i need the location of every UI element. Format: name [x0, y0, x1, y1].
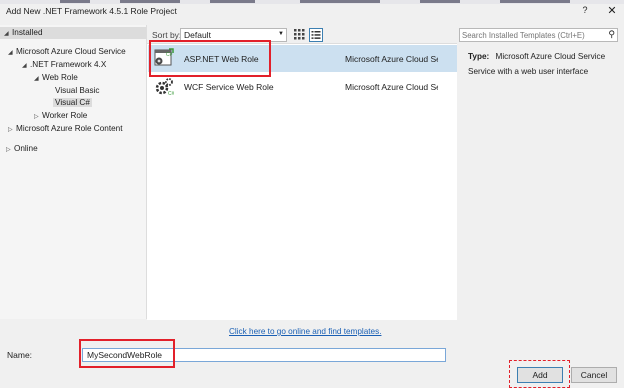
- online-templates-link[interactable]: Click here to go online and find templat…: [229, 327, 381, 336]
- grid-view-button[interactable]: [293, 28, 305, 40]
- search-templates-box[interactable]: ⚲: [459, 28, 618, 42]
- description-text: Service with a web user interface: [468, 67, 589, 76]
- window-title: Add New .NET Framework 4.5.1 Role Projec…: [6, 6, 177, 16]
- type-label: Type:: [468, 52, 490, 61]
- collapse-arrow-icon[interactable]: ▷: [6, 144, 14, 156]
- description-type: Type: Microsoft Azure Cloud Service: [468, 52, 605, 61]
- tree-item-visual-csharp[interactable]: Visual C#: [53, 97, 92, 109]
- template-type: Microsoft Azure Cloud Ser: [345, 54, 438, 64]
- template-item-wcf-service-web-role[interactable]: C# WCF Service Web Role Microsoft Azure …: [148, 73, 457, 100]
- tree-item-net-framework[interactable]: ◢ .NET Framework 4.X: [22, 59, 106, 71]
- tree-item-installed[interactable]: ◢ Installed: [4, 27, 43, 39]
- cancel-button[interactable]: Cancel: [571, 367, 617, 383]
- add-button[interactable]: Add: [517, 367, 563, 383]
- strip-block: [420, 0, 460, 3]
- tree-item-online[interactable]: ▷ Online: [6, 143, 38, 155]
- tree-item-visual-basic[interactable]: Visual Basic: [55, 85, 99, 97]
- annotation-highlight-box: [149, 40, 271, 77]
- tree-item-web-role[interactable]: ◢ Web Role: [34, 72, 78, 84]
- name-label: Name:: [7, 350, 33, 360]
- expand-arrow-icon[interactable]: ◢: [34, 73, 42, 85]
- template-name: WCF Service Web Role: [184, 82, 274, 92]
- grid-view-icon: [294, 29, 305, 40]
- list-view-icon: [311, 31, 321, 39]
- close-button[interactable]: ✕: [606, 4, 618, 17]
- strip-block: [60, 0, 90, 3]
- strip-block: [500, 0, 570, 3]
- strip-block: [300, 0, 380, 3]
- tree-item-azure-role-content[interactable]: ▷ Microsoft Azure Role Content: [8, 123, 123, 135]
- list-view-button[interactable]: [309, 28, 323, 42]
- search-input[interactable]: [462, 29, 602, 41]
- tree-item-worker-role[interactable]: ▷ Worker Role: [34, 110, 87, 122]
- expand-arrow-icon[interactable]: ◢: [4, 28, 12, 40]
- tree-item-azure-cloud-service[interactable]: ◢ Microsoft Azure Cloud Service: [8, 46, 126, 58]
- svg-text:C#: C#: [168, 91, 174, 96]
- template-type: Microsoft Azure Cloud Ser: [345, 82, 438, 92]
- type-value: Microsoft Azure Cloud Service: [495, 52, 606, 61]
- expand-arrow-icon[interactable]: ◢: [8, 47, 16, 59]
- help-button[interactable]: ?: [579, 5, 591, 17]
- chevron-down-icon: ▼: [278, 31, 284, 37]
- strip-block: [210, 0, 255, 3]
- collapse-arrow-icon[interactable]: ▷: [8, 124, 16, 136]
- expand-arrow-icon[interactable]: ◢: [22, 60, 30, 72]
- search-icon[interactable]: ⚲: [608, 29, 615, 40]
- sort-by-label: Sort by:: [152, 30, 182, 40]
- sort-by-value: Default: [184, 30, 211, 40]
- wcf-gear-icon: C#: [154, 76, 175, 97]
- annotation-highlight-box: [79, 339, 175, 368]
- collapse-arrow-icon[interactable]: ▷: [34, 111, 42, 123]
- strip-block: [120, 0, 180, 3]
